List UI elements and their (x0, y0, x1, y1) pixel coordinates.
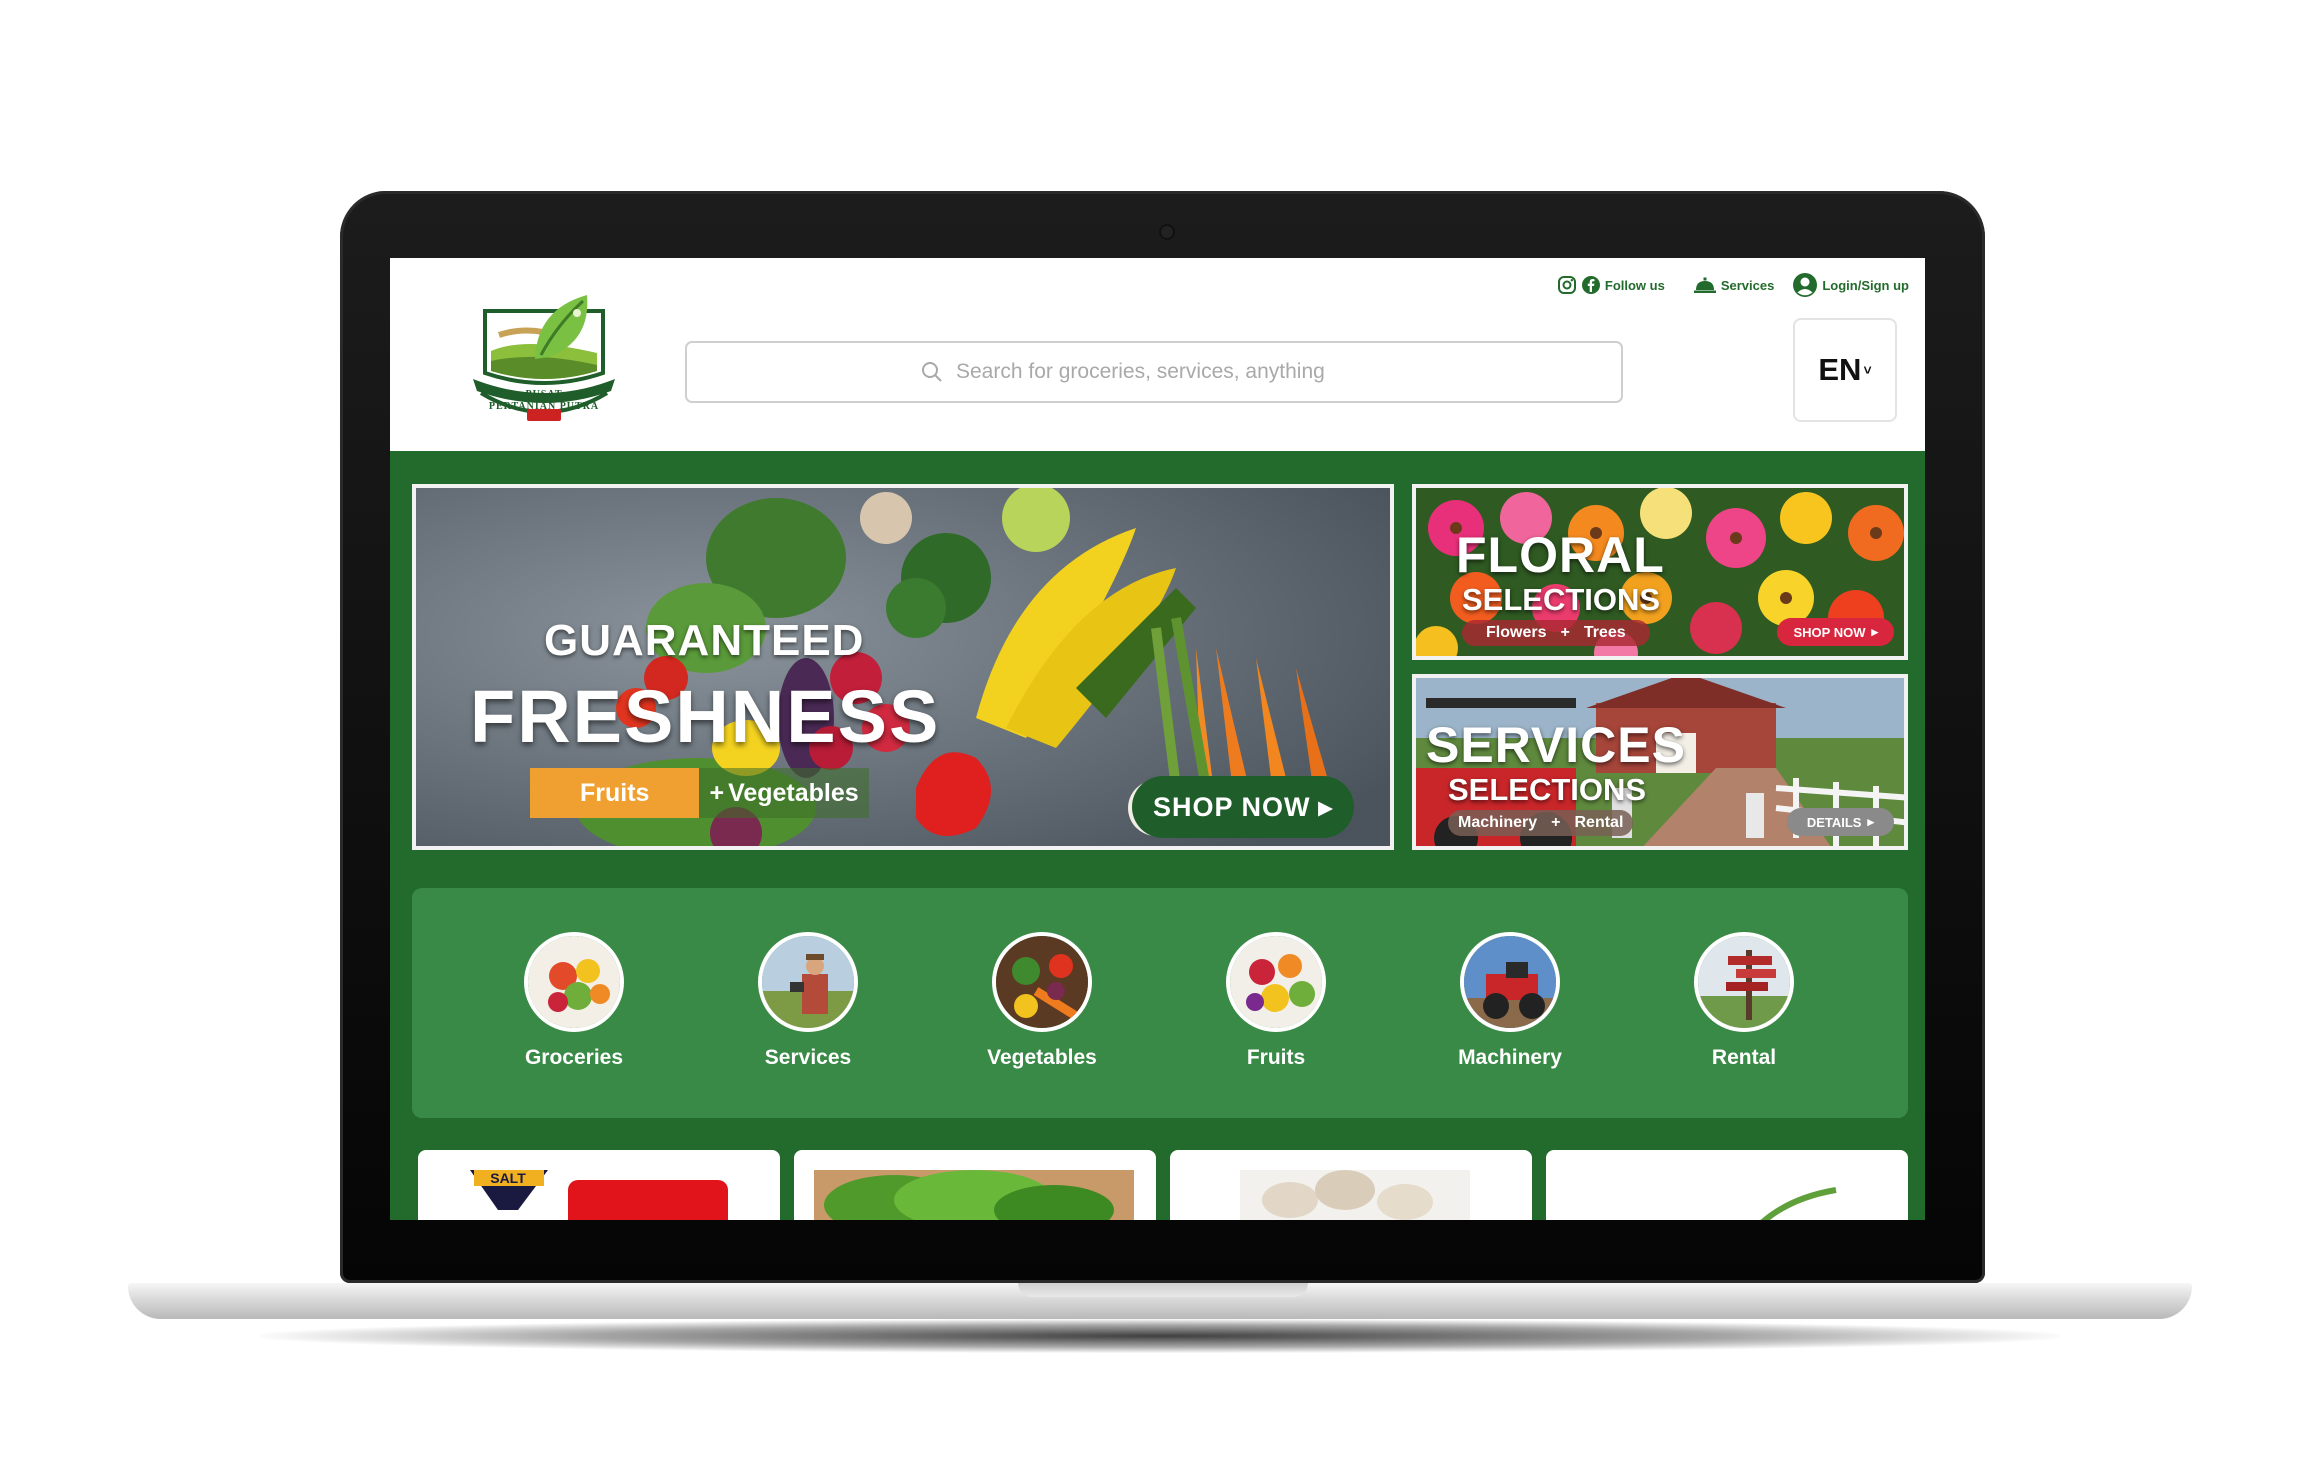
services-tags: Machinery + Rental (1448, 810, 1634, 836)
services-link[interactable]: Services (1693, 275, 1775, 295)
category-rental[interactable]: Rental (1654, 932, 1834, 1070)
laptop-notch (1018, 1283, 1308, 1297)
hero-tag-fruits: Fruits (530, 768, 700, 818)
category-label: Vegetables (987, 1046, 1097, 1069)
site-header: PUSAT PERTANIAN PUTRA Follow us Services… (390, 258, 1925, 451)
farmer-icon (758, 932, 858, 1032)
salt-brand-text: SALT (490, 1170, 526, 1186)
hero-shop-now-label: SHOP NOW (1152, 791, 1311, 822)
fruits-icon (1226, 932, 1326, 1032)
service-bell-icon (1693, 277, 1716, 293)
services-subtitle: SELECTIONS (1448, 772, 1647, 807)
logo-line2: PERTANIAN PUTRA (488, 401, 600, 412)
language-value: EN (1818, 352, 1862, 387)
product-card[interactable] (794, 1150, 1156, 1220)
user-avatar-icon (1793, 273, 1818, 297)
caret-right-icon: ▸ (1318, 791, 1334, 822)
category-groceries[interactable]: Groceries (484, 932, 664, 1070)
tractor-icon (1460, 932, 1560, 1032)
language-selector[interactable]: EN ˅ (1793, 318, 1897, 422)
groceries-icon (524, 932, 624, 1032)
salt-product-image: SALT (470, 1170, 728, 1220)
caret-right-icon: ▸ (1871, 624, 1878, 639)
category-fruits[interactable]: Fruits (1186, 932, 1366, 1070)
laptop-shadow (260, 1319, 2060, 1353)
hero-tag-vegetables: Vegetables (728, 778, 859, 807)
plus-icon: + (709, 778, 725, 807)
instagram-icon[interactable] (1557, 275, 1577, 295)
category-strip: Groceries Services Vegetables Fruits Mac… (412, 888, 1908, 1118)
logo-line1: PUSAT (525, 389, 563, 400)
product-card[interactable]: SALT (418, 1150, 780, 1220)
product-card[interactable] (1546, 1150, 1908, 1220)
search-input[interactable] (954, 359, 1388, 385)
mushroom-product-image (1240, 1170, 1470, 1220)
hero-tag-vegetables-wrap: + Vegetables (699, 768, 869, 818)
login-signup-label: Login/Sign up (1822, 277, 1909, 293)
floral-title: FLORAL (1456, 527, 1665, 583)
chevron-down-icon: ˅ (1863, 362, 1872, 378)
services-banner[interactable]: SERVICES SELECTIONS Machinery + Rental D… (1412, 674, 1908, 850)
floral-banner[interactable]: FLORAL SELECTIONS Flowers + Trees SHOP N… (1412, 484, 1908, 660)
services-tag-rental: Rental (1574, 814, 1624, 831)
services-tag-machinery: Machinery (1458, 814, 1538, 831)
facebook-icon[interactable] (1581, 275, 1601, 295)
top-links: Follow us Services Login/Sign up (1557, 272, 1909, 298)
follow-us-link[interactable]: Follow us (1557, 275, 1665, 295)
hero-tags: Fruits + Vegetables (530, 768, 869, 818)
okra-product-image (1760, 1187, 1837, 1220)
vegetables-icon (992, 932, 1092, 1032)
category-label: Services (764, 1046, 852, 1069)
plus-icon: + (1551, 814, 1561, 831)
search-bar[interactable] (685, 341, 1623, 403)
product-card[interactable] (1170, 1150, 1532, 1220)
site-logo[interactable]: PUSAT PERTANIAN PUTRA (465, 281, 623, 431)
hero-banner[interactable]: GUARANTEED FRESHNESS Fruits + Vegetables… (412, 484, 1394, 850)
floral-subtitle: SELECTIONS (1462, 582, 1661, 617)
floral-shop-now-label: SHOP NOW (1793, 624, 1866, 640)
floral-tag-flowers: Flowers (1486, 624, 1547, 641)
caret-right-icon: ▸ (1867, 814, 1874, 829)
category-label: Machinery (1458, 1046, 1562, 1069)
services-details-label: DETAILS (1806, 814, 1862, 830)
category-services[interactable]: Services (718, 932, 898, 1070)
services-link-label: Services (1720, 277, 1775, 293)
floral-tag-trees: Trees (1583, 624, 1626, 641)
website-screen: PUSAT PERTANIAN PUTRA Follow us Services… (390, 258, 1925, 1220)
login-signup-link[interactable]: Login/Sign up (1792, 272, 1909, 298)
category-label: Fruits (1246, 1046, 1306, 1069)
signpost-icon (1694, 932, 1794, 1032)
floral-shop-now-button[interactable]: SHOP NOW ▸ (1777, 618, 1894, 646)
category-machinery[interactable]: Machinery (1420, 932, 1600, 1070)
herb-product-image (814, 1170, 1134, 1220)
hero-title-line2: FRESHNESS (470, 675, 941, 758)
follow-us-label: Follow us (1604, 277, 1665, 293)
floral-tags: Flowers + Trees (1462, 620, 1650, 646)
category-label: Groceries (524, 1046, 624, 1069)
category-vegetables[interactable]: Vegetables (952, 932, 1132, 1070)
category-label: Rental (1711, 1046, 1777, 1069)
search-icon (922, 362, 942, 382)
hero-shop-now-button[interactable]: SHOP NOW ▸ (1132, 776, 1354, 838)
hero-title-line1: GUARANTEED (544, 616, 865, 665)
services-title: SERVICES (1426, 717, 1686, 773)
plus-icon: + (1560, 624, 1570, 641)
camera-dot (1161, 226, 1173, 238)
services-details-button[interactable]: DETAILS ▸ (1786, 808, 1894, 836)
